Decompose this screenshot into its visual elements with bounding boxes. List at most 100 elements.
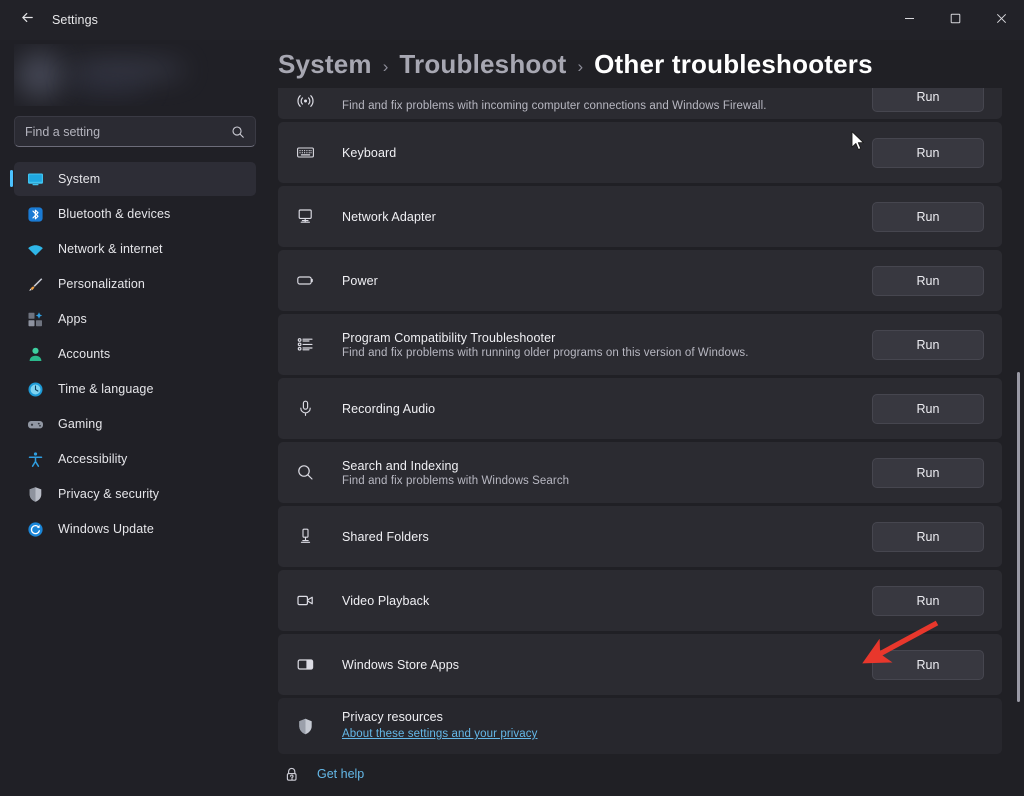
monitor-network-icon [294, 206, 316, 228]
chevron-right-icon: › [577, 52, 583, 77]
paintbrush-icon [26, 275, 45, 294]
row-title: Network Adapter [342, 210, 872, 224]
troubleshooter-row[interactable]: Power Run [278, 250, 1002, 311]
wifi-icon [26, 240, 45, 259]
sidebar-item-label: Apps [58, 312, 87, 326]
troubleshooter-row[interactable]: Windows Store Apps Run [278, 634, 1002, 695]
sidebar-item-time-language[interactable]: Time & language [14, 372, 256, 406]
row-description: Find and fix problems with incoming comp… [342, 100, 872, 112]
run-button[interactable]: Run [872, 330, 984, 360]
sidebar-item-accounts[interactable]: Accounts [14, 337, 256, 371]
sidebar-item-label: Accounts [58, 347, 110, 361]
row-title: Keyboard [342, 146, 872, 160]
troubleshooter-list: Find and fix problems with incoming comp… [270, 88, 1024, 796]
accessibility-icon [26, 450, 45, 469]
sidebar-item-label: Personalization [58, 277, 145, 291]
sidebar-item-network-internet[interactable]: Network & internet [14, 232, 256, 266]
sidebar-item-apps[interactable]: Apps [14, 302, 256, 336]
search-box[interactable] [14, 116, 256, 147]
row-title: Search and Indexing [342, 459, 872, 473]
row-text: Keyboard [342, 146, 872, 160]
row-title: Program Compatibility Troubleshooter [342, 331, 872, 345]
privacy-resources-card: Privacy resources About these settings a… [278, 698, 1002, 754]
sidebar-item-label: Accessibility [58, 452, 127, 466]
run-button[interactable]: Run [872, 522, 984, 552]
apps-icon [26, 310, 45, 329]
profile-email-blurred [68, 78, 148, 92]
clock-icon [26, 380, 45, 399]
run-button[interactable]: Run [872, 394, 984, 424]
run-button[interactable]: Run [872, 138, 984, 168]
row-description: Find and fix problems with Windows Searc… [342, 475, 872, 487]
row-text: Recording Audio [342, 402, 872, 416]
troubleshooter-row[interactable]: Shared Folders Run [278, 506, 1002, 567]
arrow-left-icon [20, 10, 35, 30]
user-profile-blurred[interactable] [14, 44, 256, 106]
run-button[interactable]: Run [872, 586, 984, 616]
troubleshooter-row[interactable]: Program Compatibility Troubleshooter Fin… [278, 314, 1002, 375]
sidebar-item-label: Time & language [58, 382, 154, 396]
sidebar-item-accessibility[interactable]: Accessibility [14, 442, 256, 476]
troubleshooter-row[interactable]: Recording Audio Run [278, 378, 1002, 439]
row-title: Video Playback [342, 594, 872, 608]
row-text: Windows Store Apps [342, 658, 872, 672]
row-text: Shared Folders [342, 530, 872, 544]
breadcrumb-system[interactable]: System [278, 49, 372, 80]
row-text: Network Adapter [342, 210, 872, 224]
broadcast-icon [294, 90, 316, 112]
minimize-icon [904, 11, 915, 29]
search-container [14, 116, 256, 147]
microphone-icon [294, 398, 316, 420]
gamepad-icon [26, 415, 45, 434]
row-title: Power [342, 274, 872, 288]
sidebar-item-personalization[interactable]: Personalization [14, 267, 256, 301]
run-button[interactable]: Run [872, 650, 984, 680]
troubleshooter-row[interactable]: Video Playback Run [278, 570, 1002, 631]
row-text: Find and fix problems with incoming comp… [342, 98, 872, 112]
row-title: Recording Audio [342, 402, 872, 416]
sidebar-item-windows-update[interactable]: Windows Update [14, 512, 256, 546]
sidebar-item-label: Gaming [58, 417, 102, 431]
sidebar-nav: System Bluetooth & devices Network & int… [8, 162, 262, 546]
troubleshooter-row[interactable]: Keyboard Run [278, 122, 1002, 183]
search-input[interactable] [25, 125, 231, 139]
run-button[interactable]: Run [872, 266, 984, 296]
main-pane: System › Troubleshoot › Other troublesho… [270, 40, 1024, 796]
sidebar-item-system[interactable]: System [14, 162, 256, 196]
monitor-icon [26, 170, 45, 189]
window-body: System Bluetooth & devices Network & int… [0, 40, 1024, 796]
store-apps-icon [294, 654, 316, 676]
window-title: Settings [52, 13, 98, 27]
run-button[interactable]: Run [872, 202, 984, 232]
sidebar-item-privacy-security[interactable]: Privacy & security [14, 477, 256, 511]
row-text: Search and Indexing Find and fix problem… [342, 459, 872, 487]
sidebar-item-bluetooth-devices[interactable]: Bluetooth & devices [14, 197, 256, 231]
battery-icon [294, 270, 316, 292]
back-button[interactable] [10, 5, 44, 35]
minimize-button[interactable] [886, 0, 932, 40]
get-help-link[interactable]: Get help [278, 752, 364, 796]
shield-icon [294, 715, 316, 737]
bluetooth-icon [26, 205, 45, 224]
scrollbar-thumb[interactable] [1017, 372, 1020, 702]
sidebar-item-gaming[interactable]: Gaming [14, 407, 256, 441]
troubleshooter-row[interactable]: Search and Indexing Find and fix problem… [278, 442, 1002, 503]
video-camera-icon [294, 590, 316, 612]
troubleshooter-row[interactable]: Find and fix problems with incoming comp… [278, 88, 1002, 119]
shared-folders-icon [294, 526, 316, 548]
row-text: Power [342, 274, 872, 288]
troubleshooter-row[interactable]: Network Adapter Run [278, 186, 1002, 247]
run-button[interactable]: Run [872, 458, 984, 488]
row-description: Find and fix problems with running older… [342, 347, 872, 359]
breadcrumb-troubleshoot[interactable]: Troubleshoot [399, 49, 566, 80]
sidebar-item-label: System [58, 172, 100, 186]
maximize-button[interactable] [932, 0, 978, 40]
privacy-link[interactable]: About these settings and your privacy [342, 728, 537, 740]
close-button[interactable] [978, 0, 1024, 40]
row-title: Windows Store Apps [342, 658, 872, 672]
chevron-right-icon: › [383, 52, 389, 77]
person-icon [26, 345, 45, 364]
search-icon [294, 462, 316, 484]
title-bar: Settings [0, 0, 1024, 40]
shield-icon [26, 485, 45, 504]
